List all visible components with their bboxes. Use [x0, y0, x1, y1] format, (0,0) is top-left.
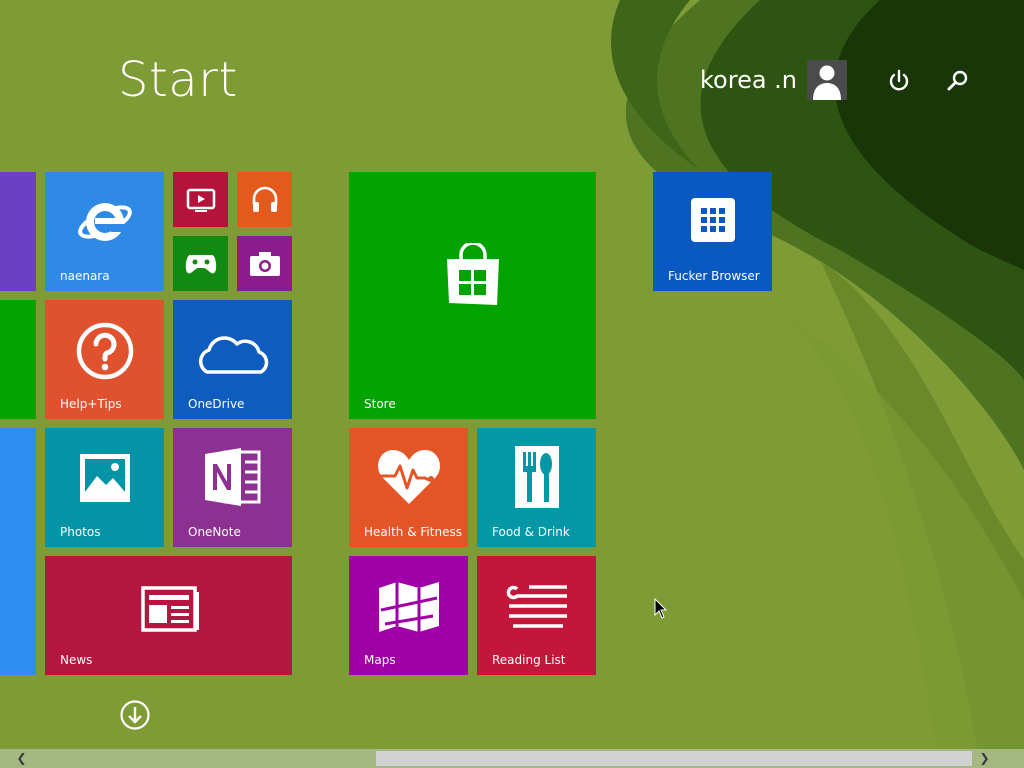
mouse-cursor-icon	[654, 597, 668, 624]
tile-music[interactable]	[237, 172, 292, 227]
cloud-icon	[193, 330, 273, 380]
chevron-right-icon[interactable]: ❯	[975, 749, 994, 768]
tile-label: Health & Fitness	[364, 525, 462, 539]
user-silhouette-icon[interactable]	[807, 60, 848, 100]
onenote-icon	[203, 446, 263, 512]
tile-help-tips[interactable]: Help+Tips	[45, 300, 164, 419]
partial-tile-green[interactable]	[0, 300, 36, 419]
gamepad-icon	[184, 251, 218, 281]
partial-tile-purple[interactable]	[0, 172, 36, 291]
tile-label: Photos	[60, 525, 101, 539]
tile-label: Store	[364, 397, 396, 411]
tile-label: OneNote	[188, 525, 241, 539]
tile-games[interactable]	[173, 236, 228, 291]
fork-knife-icon	[513, 444, 561, 514]
question-icon	[76, 322, 134, 384]
map-icon	[377, 580, 441, 638]
tile-label: Reading List	[492, 653, 566, 667]
tile-video[interactable]	[173, 172, 228, 227]
tile-label: Fucker Browser	[668, 269, 760, 283]
headphones-icon	[249, 184, 281, 220]
tile-fucker-browser[interactable]: Fucker Browser	[653, 172, 772, 291]
camera-icon	[248, 250, 282, 282]
internet-explorer-icon	[75, 190, 135, 254]
tile-news[interactable]: News	[45, 556, 292, 675]
tile-reading-list[interactable]: Reading List	[477, 556, 596, 675]
partial-tile-blue[interactable]	[0, 428, 36, 675]
tile-photos[interactable]: Photos	[45, 428, 164, 547]
user-name: korea .n	[700, 66, 798, 94]
tile-store[interactable]: Store	[349, 172, 596, 419]
tile-onenote[interactable]: OneNote	[173, 428, 292, 547]
horizontal-scrollbar[interactable]: ❮ ❯	[0, 749, 1024, 768]
tile-label: Help+Tips	[60, 397, 122, 411]
tile-health-fitness[interactable]: Health & Fitness	[349, 428, 468, 547]
tile-label: OneDrive	[188, 397, 245, 411]
tile-food-drink[interactable]: Food & Drink	[477, 428, 596, 547]
start-title: Start	[118, 52, 238, 108]
heart-pulse-icon	[375, 446, 443, 510]
tile-label: News	[60, 653, 93, 667]
arrow-down-circle-icon[interactable]	[119, 699, 151, 731]
scrollbar-thumb[interactable]	[376, 751, 972, 766]
chevron-left-icon[interactable]: ❮	[12, 749, 31, 768]
reading-list-icon	[505, 584, 571, 634]
tile-label: naenara	[60, 269, 110, 283]
video-icon	[186, 187, 216, 217]
tile-naenara[interactable]: naenara	[45, 172, 164, 291]
tile-label: Maps	[364, 653, 396, 667]
newspaper-icon	[141, 586, 201, 636]
tile-onedrive[interactable]: OneDrive	[173, 300, 292, 419]
user-account[interactable]: korea .n	[700, 60, 848, 100]
photo-icon	[78, 452, 132, 508]
tile-camera[interactable]	[237, 236, 292, 291]
store-bag-icon	[445, 241, 501, 311]
search-icon[interactable]	[945, 68, 971, 94]
app-grid-icon	[691, 198, 735, 246]
tile-maps[interactable]: Maps	[349, 556, 468, 675]
tile-label: Food & Drink	[492, 525, 570, 539]
power-icon[interactable]	[886, 68, 912, 94]
